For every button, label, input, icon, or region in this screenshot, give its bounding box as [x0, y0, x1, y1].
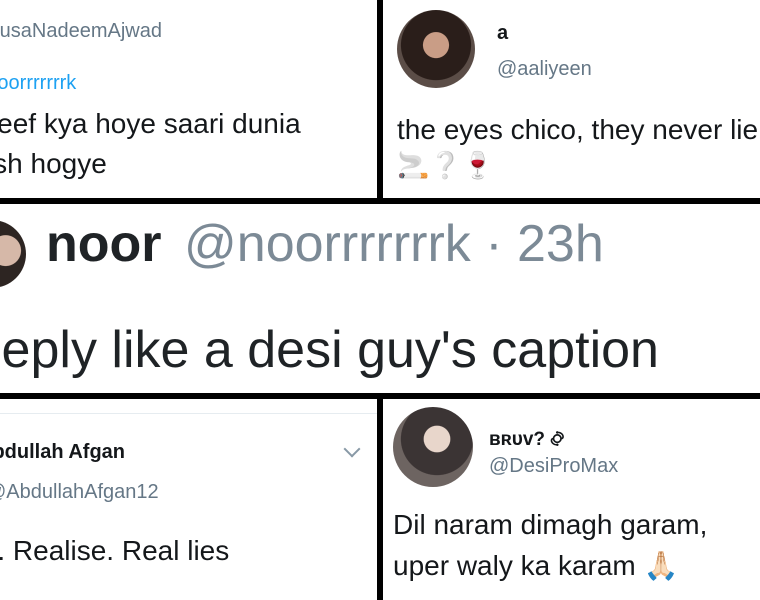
tweet-handle[interactable]: @aaliyeen [497, 58, 592, 81]
tweet-author-name[interactable]: Abdullah Afgan [0, 441, 125, 464]
tweet-author-name[interactable]: noor [46, 214, 162, 274]
tweet-card-main[interactable]: noor @noorrrrrrrk · 23h Reply like a des… [0, 204, 760, 393]
tweet-handle[interactable]: @AbdullahAfgan12 [0, 481, 159, 504]
tweet-text: Lies. Realise. Real lies [0, 535, 230, 566]
tweet-text-line1: Shareef kya hoye saari dunia [0, 108, 301, 139]
avatar[interactable] [397, 10, 475, 88]
tweet-emojis: 🚬❔🍷 [397, 150, 495, 180]
tweet-card-bottom-right[interactable]: ʙʀᴜᴠ? ࿂ @DesiProMax Dil naram dimagh gar… [383, 399, 760, 600]
tweet-card-bottom-left[interactable]: Abdullah Afgan @AbdullahAfgan12 Lies. Re… [0, 399, 377, 600]
tweet-card-top-left[interactable]: MusaNadeemAjwad @noorrrrrrrk Shareef kya… [0, 0, 377, 198]
avatar[interactable] [0, 220, 26, 288]
chevron-down-icon[interactable] [343, 440, 361, 458]
tweet-handle-time[interactable]: @noorrrrrrrk · 23h [184, 214, 604, 274]
tweet-card-top-right[interactable]: a @aaliyeen the eyes chico, they never l… [383, 0, 760, 198]
tweet-text-line2: uper waly ka karam 🙏🏻 [393, 550, 679, 581]
tweet-text-line2: badmaash hogye [0, 148, 107, 179]
tweet-text-line1: the eyes chico, they never lie [397, 114, 759, 145]
reply-to-link[interactable]: @noorrrrrrrk [0, 72, 76, 95]
tweet-text-line1: Dil naram dimagh garam, [393, 509, 708, 540]
tweet-handle[interactable]: @DesiProMax [489, 455, 618, 478]
avatar[interactable] [393, 407, 473, 487]
tweet-author-name[interactable]: a [497, 22, 508, 45]
tweet-text: Reply like a desi guy's caption [0, 321, 659, 379]
tweet-handle[interactable]: MusaNadeemAjwad [0, 20, 162, 43]
divider [0, 413, 377, 414]
